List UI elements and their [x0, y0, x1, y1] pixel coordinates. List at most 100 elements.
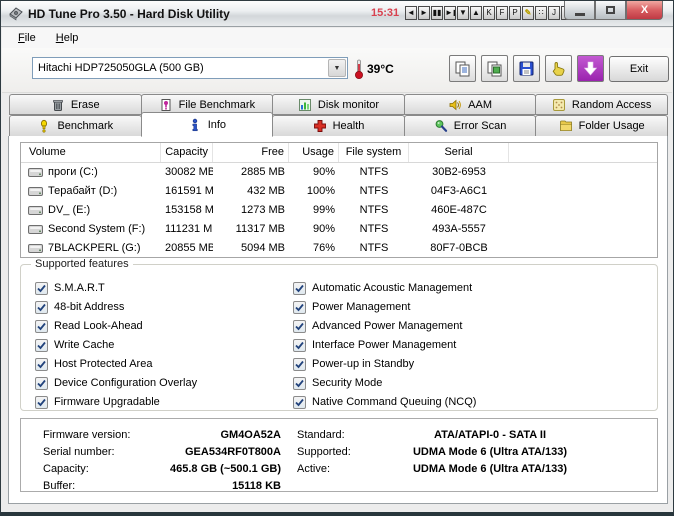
feature-label: Advanced Power Management	[312, 320, 462, 332]
exit-button[interactable]: Exit	[609, 56, 669, 82]
options-button[interactable]	[545, 55, 572, 82]
overlay-p-button[interactable]: P	[509, 6, 521, 20]
overlay-pause-button[interactable]: ▮▮	[431, 6, 443, 20]
detail-label: Buffer:	[43, 479, 155, 493]
maximize-button[interactable]	[595, 1, 626, 20]
title-bar: HD Tune Pro 3.50 - Hard Disk Utility 15:…	[1, 1, 673, 27]
magnifier-icon	[434, 119, 448, 133]
table-row: 7BLACKPERL (G:) 20855 MB 5094 MB 76% NTF…	[21, 239, 657, 258]
checkbox-checked[interactable]	[35, 282, 48, 295]
tab-label: Folder Usage	[579, 120, 645, 132]
checkbox-checked[interactable]	[293, 377, 306, 390]
overlay-grid-button[interactable]: ∷	[535, 6, 547, 20]
tab-error-scan[interactable]: Error Scan	[404, 115, 537, 137]
detail-value: ATA/ATAPI-0 - SATA II	[370, 428, 610, 442]
volume-name: 7BLACKPERL (G:)	[48, 239, 141, 258]
tab-aam[interactable]: AAM	[404, 94, 537, 115]
col-header-volume: Volume	[21, 143, 161, 162]
tab-erase[interactable]: Erase	[9, 94, 142, 115]
copy-text-button[interactable]	[449, 55, 476, 82]
tab-folder-usage[interactable]: Folder Usage	[535, 115, 668, 137]
feature-device-config-overlay: Device Configuration Overlay	[35, 376, 293, 390]
minimize-button[interactable]	[564, 1, 595, 20]
volume-free: 432 MB	[213, 182, 289, 201]
bar-chart-icon	[298, 98, 312, 112]
save-icon	[518, 60, 535, 77]
feature-label: Automatic Acoustic Management	[312, 282, 472, 294]
chevron-down-icon[interactable]: ▼	[328, 59, 346, 77]
checkbox-checked[interactable]	[293, 339, 306, 352]
copy-image-button[interactable]	[481, 55, 508, 82]
app-window: HD Tune Pro 3.50 - Hard Disk Utility 15:…	[0, 0, 674, 516]
overlay-k-button[interactable]: K	[483, 6, 495, 20]
checkbox-checked[interactable]	[293, 396, 306, 409]
checkbox-checked[interactable]	[35, 377, 48, 390]
volume-table: Volume Capacity Free Usage File system S…	[20, 142, 658, 258]
drive-icon	[28, 206, 43, 215]
feature-label: Interface Power Management	[312, 339, 456, 351]
volume-free: 11317 MB	[213, 220, 289, 239]
toolbar: Hitachi HDP725050GLA (500 GB) ▼ 39°C	[2, 48, 672, 93]
detail-value: GM4OA52A	[155, 428, 281, 442]
tab-label: Disk monitor	[318, 99, 379, 111]
checkbox-checked[interactable]	[35, 301, 48, 314]
feature-label: Power-up in Standby	[312, 358, 414, 370]
tab-label: Health	[333, 120, 365, 132]
detail-firmware: Firmware version:GM4OA52A	[43, 428, 281, 442]
menu-file[interactable]: File	[10, 30, 44, 46]
feature-read-lookahead: Read Look-Ahead	[35, 319, 293, 333]
col-header-serial: Serial	[409, 143, 509, 162]
volume-name: проги (C:)	[48, 163, 98, 182]
checkbox-checked[interactable]	[35, 358, 48, 371]
tab-strip-top: Erase File Benchmark Disk monitor AAM	[9, 94, 667, 115]
details-right: Standard:ATA/ATAPI-0 - SATA II Supported…	[295, 428, 655, 491]
temperature-value: 39°C	[367, 62, 394, 76]
overlay-up-button[interactable]: ▲	[470, 6, 482, 20]
overlay-next-button[interactable]: ►▮	[444, 6, 456, 20]
detail-capacity: Capacity:465.8 GB (~500.1 GB)	[43, 462, 281, 476]
tab-disk-monitor[interactable]: Disk monitor	[272, 94, 405, 115]
details-left: Firmware version:GM4OA52A Serial number:…	[43, 428, 281, 491]
features-left-column: S.M.A.R.T 48-bit Address Read Look-Ahead…	[35, 281, 293, 409]
checkbox-checked[interactable]	[35, 320, 48, 333]
feature-label: Firmware Upgradable	[54, 396, 160, 408]
thermometer-icon	[354, 58, 364, 80]
feature-power-up-standby: Power-up in Standby	[293, 357, 476, 371]
table-row: Терабайт (D:) 161591 MB 432 MB 100% NTFS…	[21, 182, 657, 201]
overlay-play-button[interactable]: ►	[418, 6, 430, 20]
tab-benchmark[interactable]: Benchmark	[9, 115, 142, 137]
overlay-down-button[interactable]: ▼	[457, 6, 469, 20]
table-row: проги (C:) 30082 MB 2885 MB 90% NTFS 30B…	[21, 163, 657, 182]
menu-help[interactable]: Help	[48, 30, 87, 46]
detail-serial: Serial number:GEA534RF0T800A	[43, 445, 281, 459]
tab-random-access[interactable]: Random Access	[535, 94, 668, 115]
features-right-column: Automatic Acoustic Management Power Mana…	[293, 281, 476, 409]
overlay-f-button[interactable]: F	[496, 6, 508, 20]
volume-usage: 90%	[289, 163, 339, 182]
tab-info[interactable]: Info	[141, 112, 274, 137]
tab-label: Info	[208, 119, 226, 131]
overlay-j-button[interactable]: J	[548, 6, 560, 20]
checkbox-checked[interactable]	[293, 320, 306, 333]
save-button[interactable]	[513, 55, 540, 82]
copy-image-icon	[486, 60, 503, 77]
overlay-pencil-button[interactable]: ✎	[522, 6, 534, 20]
overlay-prev-button[interactable]: ◄	[405, 6, 417, 20]
tab-label: AAM	[468, 99, 492, 111]
checkbox-checked[interactable]	[293, 358, 306, 371]
checkbox-checked[interactable]	[293, 301, 306, 314]
drive-select[interactable]: Hitachi HDP725050GLA (500 GB) ▼	[32, 57, 348, 79]
tab-health[interactable]: Health	[272, 115, 405, 137]
checkbox-checked[interactable]	[293, 282, 306, 295]
drive-icon	[28, 187, 43, 196]
feature-security-mode: Security Mode	[293, 376, 476, 390]
drive-icon	[28, 244, 43, 253]
checkbox-checked[interactable]	[35, 339, 48, 352]
feature-interface-power-management: Interface Power Management	[293, 338, 476, 352]
download-button[interactable]	[577, 55, 604, 82]
minimize-icon	[575, 13, 585, 16]
volume-capacity: 30082 MB	[161, 163, 213, 182]
checkbox-checked[interactable]	[35, 396, 48, 409]
feature-label: Device Configuration Overlay	[54, 377, 197, 389]
close-button[interactable]: X	[626, 1, 663, 20]
